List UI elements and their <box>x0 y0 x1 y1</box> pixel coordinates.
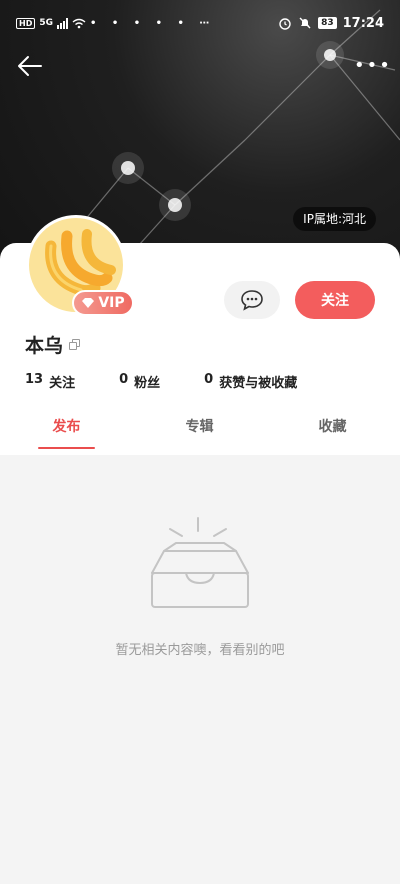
stat-likes-label: 获赞与被收藏 <box>219 376 298 391</box>
stat-fans-count: 0 <box>119 372 129 387</box>
stat-likes-count: 0 <box>204 372 214 387</box>
clock: 17:24 <box>342 15 384 31</box>
network-type: 5G <box>39 18 53 28</box>
wifi-icon <box>72 18 86 28</box>
chat-bubble-icon <box>241 290 263 311</box>
ip-location-badge: IP属地:河北 <box>293 207 376 231</box>
stat-fans-label: 粉丝 <box>134 376 161 391</box>
mute-icon <box>299 17 311 29</box>
vip-label: VIP <box>98 295 125 311</box>
empty-box-icon <box>151 517 249 608</box>
notification-icons: • • • • • ⋯ <box>90 17 216 29</box>
more-options-icon[interactable]: ••• <box>354 55 390 77</box>
status-bar: HD 5G • • • • • ⋯ 83 17:24 <box>0 0 400 46</box>
message-button[interactable] <box>224 281 280 319</box>
tab-albums[interactable]: 专辑 <box>133 411 266 451</box>
vip-badge: VIP <box>72 290 134 316</box>
stat-following-label: 关注 <box>49 376 76 391</box>
username: 本乌 <box>25 335 64 357</box>
back-arrow-icon[interactable] <box>14 50 46 82</box>
tab-posts[interactable]: 发布 <box>0 411 133 451</box>
diamond-icon <box>82 298 95 308</box>
battery-level: 83 <box>318 17 337 29</box>
empty-state: 暂无相关内容噢，看看别的吧 <box>0 455 400 884</box>
follow-button[interactable]: 关注 <box>295 281 375 319</box>
hd-indicator: HD <box>16 17 36 29</box>
username-row: 本乌 <box>25 331 81 358</box>
stat-following[interactable]: 13 关注 <box>25 372 75 391</box>
content-tabs: 发布 专辑 收藏 <box>0 411 400 451</box>
signal-icon <box>57 17 68 29</box>
stat-following-count: 13 <box>25 372 44 387</box>
copy-icon[interactable] <box>69 338 81 351</box>
tab-favorites[interactable]: 收藏 <box>266 411 399 451</box>
alarm-icon <box>279 18 291 30</box>
empty-message: 暂无相关内容噢，看看别的吧 <box>115 643 285 658</box>
stat-likes[interactable]: 0 获赞与被收藏 <box>204 372 297 391</box>
stats-row: 13 关注 0 粉丝 0 获赞与被收藏 <box>25 372 341 391</box>
stat-fans[interactable]: 0 粉丝 <box>119 372 160 391</box>
